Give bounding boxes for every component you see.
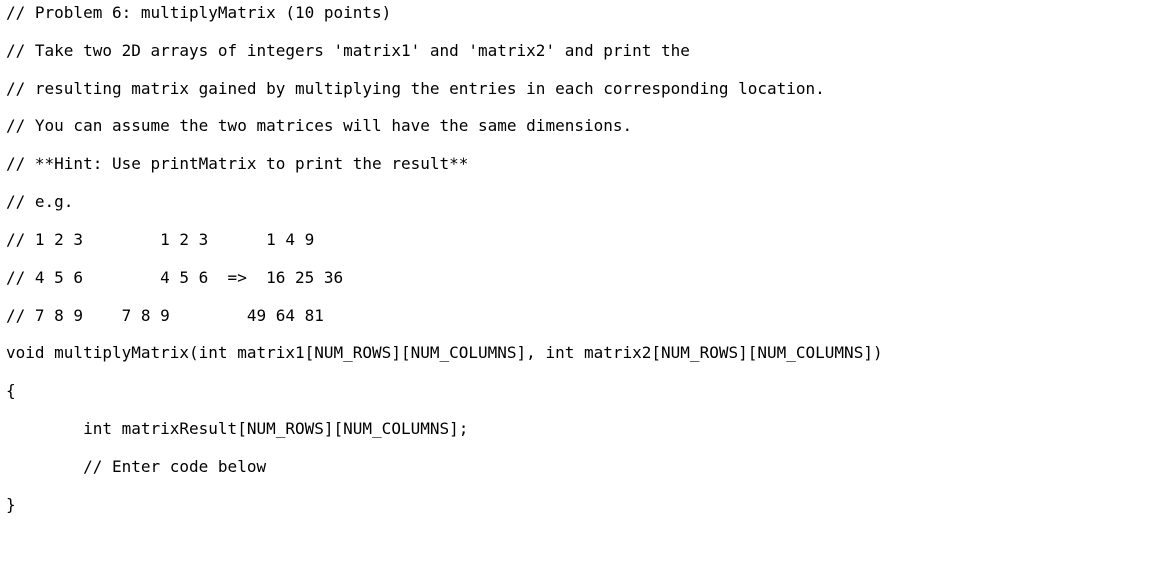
code-line: void multiplyMatrix(int matrix1[NUM_ROWS… xyxy=(6,343,883,363)
code-line: } xyxy=(6,494,16,514)
code-document-page: // Problem 6: multiplyMatrix (10 points)… xyxy=(0,0,1167,572)
code-line: { xyxy=(6,381,16,401)
code-line: // e.g. xyxy=(6,192,74,212)
code-line: // Take two 2D arrays of integers 'matri… xyxy=(6,40,690,60)
code-line: // **Hint: Use printMatrix to print the … xyxy=(6,154,469,174)
code-line: // resulting matrix gained by multiplyin… xyxy=(6,78,825,98)
code-line: // 1 2 3 1 2 3 1 4 9 xyxy=(6,229,315,249)
code-line: // 4 5 6 4 5 6 => 16 25 36 xyxy=(6,267,344,287)
code-line: // Enter code below xyxy=(6,456,267,476)
code-line: int matrixResult[NUM_ROWS][NUM_COLUMNS]; xyxy=(6,418,469,438)
code-listing[interactable]: // Problem 6: multiplyMatrix (10 points)… xyxy=(6,3,1167,572)
code-line: // Problem 6: multiplyMatrix (10 points) xyxy=(6,3,392,22)
code-line: // You can assume the two matrices will … xyxy=(6,116,633,136)
code-line: // 7 8 9 7 8 9 49 64 81 xyxy=(6,305,324,325)
